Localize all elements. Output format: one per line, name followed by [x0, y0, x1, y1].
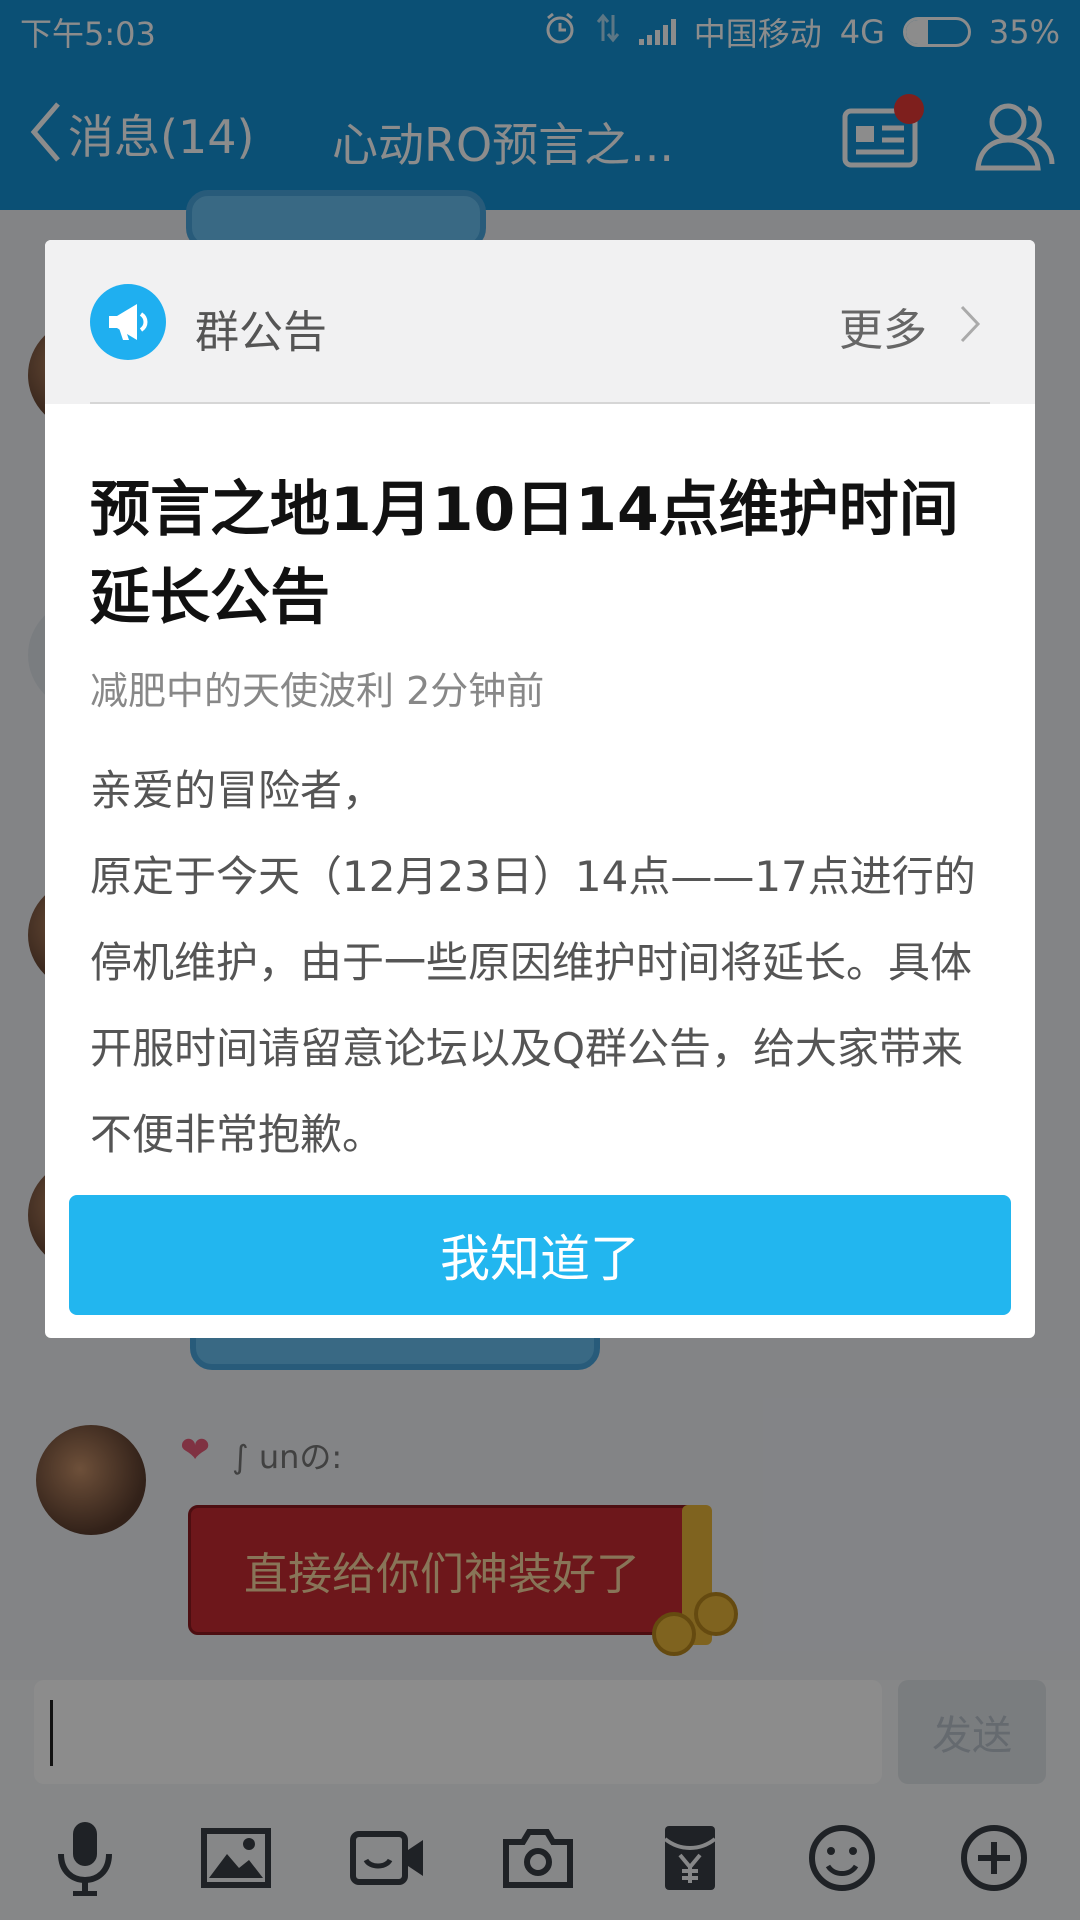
more-link[interactable]: 更多: [839, 294, 981, 358]
megaphone-icon: [90, 284, 166, 360]
dialog-header-label: 群公告: [195, 307, 327, 358]
announcement-dialog: 群公告 更多 预言之地1月10日14点维护时间延长公告 减肥中的天使波利 2分钟…: [45, 240, 1035, 1338]
chevron-right-icon: [959, 304, 981, 348]
confirm-button[interactable]: 我知道了: [69, 1195, 1011, 1315]
divider: [90, 402, 990, 404]
announcement-meta: 减肥中的天使波利 2分钟前: [90, 669, 545, 713]
body-paragraph: 亲爱的冒险者，: [90, 766, 385, 815]
body-paragraph: 原定于今天（12月23日）14点——17点进行的停机维护，由于一些原因维护时间将…: [90, 852, 976, 1159]
announcement-title: 预言之地1月10日14点维护时间延长公告: [90, 475, 959, 633]
more-label: 更多: [839, 305, 927, 356]
dialog-header: 群公告 更多: [45, 240, 1035, 404]
announcement-body: 亲爱的冒险者， 原定于今天（12月23日）14点——17点进行的停机维护，由于一…: [90, 748, 990, 1178]
